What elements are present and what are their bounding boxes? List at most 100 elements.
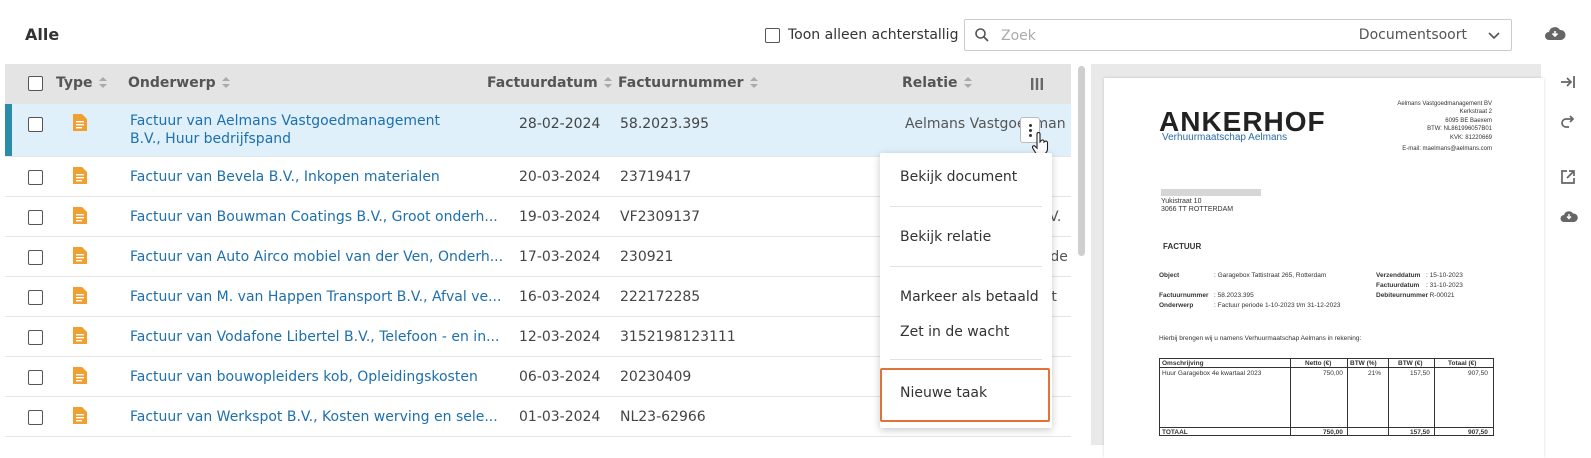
th-description: Omschrijving bbox=[1162, 360, 1204, 367]
row-subject[interactable]: Factuur van Vodafone Libertel B.V., Tele… bbox=[130, 329, 499, 345]
file-icon bbox=[73, 287, 87, 304]
intro-text: Hierbij brengen wij u namens Verhuurmaat… bbox=[1159, 335, 1362, 342]
right-toolbar bbox=[1550, 64, 1591, 445]
invoice-number-value: : 58.2023.395 bbox=[1214, 292, 1254, 299]
sender-line: Aelmans Vastgoedmanagement BV bbox=[1397, 101, 1492, 107]
file-icon bbox=[73, 114, 87, 131]
th-vat-pct: BTW (%) bbox=[1350, 360, 1377, 367]
menu-item-put-on-hold[interactable]: Zet in de wacht bbox=[900, 324, 1009, 340]
table-scrollbar[interactable] bbox=[1078, 66, 1085, 256]
sender-line: Kerkstraat 2 bbox=[1459, 109, 1492, 116]
row-subject[interactable]: Factuur van M. van Happen Transport B.V.… bbox=[130, 289, 501, 305]
total-net: 750,00 bbox=[1323, 429, 1343, 436]
col-relation[interactable]: Relatie bbox=[902, 75, 972, 91]
search-icon bbox=[975, 28, 989, 42]
row-checkbox[interactable] bbox=[28, 370, 43, 385]
recipient-line: Yukistraat 10 bbox=[1161, 198, 1202, 205]
external-link-icon[interactable] bbox=[1560, 169, 1576, 185]
overdue-label: Toon alleen achterstallig bbox=[788, 27, 959, 43]
column-rule bbox=[1347, 359, 1348, 435]
menu-item-view-document[interactable]: Bekijk document bbox=[900, 169, 1017, 185]
recipient-line: 3066 TT ROTTERDAM bbox=[1161, 206, 1234, 213]
row-checkbox[interactable] bbox=[28, 330, 43, 345]
row-date: 01-03-2024 bbox=[519, 409, 601, 425]
line-vat-pct: 21% bbox=[1368, 370, 1382, 377]
invoice-date-value: : 31-10-2023 bbox=[1426, 282, 1463, 289]
invoice-lines-table: Omschrijving Netto (€) BTW (%) BTW (€) T… bbox=[1159, 358, 1494, 436]
logo-subtitle: Verhuurmaatschap Aelmans bbox=[1162, 132, 1288, 143]
file-icon bbox=[73, 247, 87, 264]
send-date-label: Verzenddatum bbox=[1376, 272, 1421, 279]
sender-line: 6095 BE Baexem bbox=[1445, 117, 1492, 124]
invoice-date-label: Factuurdatum bbox=[1376, 282, 1420, 289]
cloud-download-icon[interactable] bbox=[1560, 209, 1578, 223]
columns-icon[interactable] bbox=[1031, 77, 1043, 91]
row-checkbox[interactable] bbox=[28, 210, 43, 225]
sender-address: Aelmans Vastgoedmanagement BV Kerkstraat… bbox=[1397, 100, 1492, 153]
col-subject[interactable]: Onderwerp bbox=[128, 75, 230, 91]
total-label: TOTAAL bbox=[1162, 429, 1188, 436]
invoice-title: FACTUUR bbox=[1163, 242, 1202, 251]
chevron-down-icon[interactable] bbox=[1487, 29, 1501, 43]
document-preview: ANKERHOF Verhuurmaatschap Aelmans Aelman… bbox=[1091, 64, 1544, 458]
row-checkbox[interactable] bbox=[28, 290, 43, 305]
file-icon bbox=[73, 327, 87, 344]
cloud-download-icon[interactable] bbox=[1544, 25, 1566, 41]
search-input[interactable]: Zoek bbox=[1001, 28, 1036, 44]
row-date: 16-03-2024 bbox=[519, 289, 601, 305]
th-vat-amt: BTW (€) bbox=[1398, 360, 1423, 367]
page-title: Alle bbox=[25, 25, 60, 44]
row-date: 20-03-2024 bbox=[519, 169, 601, 185]
th-total: Totaal (€) bbox=[1448, 360, 1477, 367]
col-number-label: Factuurnummer bbox=[618, 75, 744, 91]
file-icon bbox=[73, 207, 87, 224]
col-type[interactable]: Type bbox=[56, 75, 107, 91]
row-number: NL23-62966 bbox=[620, 409, 706, 425]
recipient-address: Yukistraat 10 3066 TT ROTTERDAM bbox=[1161, 198, 1233, 214]
line-total: 907,50 bbox=[1468, 370, 1488, 377]
select-all-checkbox[interactable] bbox=[28, 76, 43, 91]
row-subject[interactable]: Factuur van Aelmans Vastgoedmanagement B… bbox=[130, 112, 460, 148]
row-subject[interactable]: Factuur van Auto Airco mobiel van der Ve… bbox=[130, 249, 503, 265]
search-bar[interactable]: Zoek Documentsoort bbox=[964, 19, 1512, 51]
row-number: 222172285 bbox=[620, 289, 701, 305]
line-vat-amt: 157,50 bbox=[1410, 370, 1430, 377]
row-checkbox[interactable] bbox=[28, 250, 43, 265]
menu-divider bbox=[890, 206, 1042, 207]
doctype-select[interactable]: Documentsoort bbox=[1359, 27, 1467, 43]
row-subject[interactable]: Factuur van Bevela B.V., Inkopen materia… bbox=[130, 169, 440, 185]
row-date: 17-03-2024 bbox=[519, 249, 601, 265]
invoice-page: ANKERHOF Verhuurmaatschap Aelmans Aelman… bbox=[1104, 78, 1544, 458]
overdue-filter[interactable]: Toon alleen achterstallig bbox=[765, 27, 958, 43]
col-type-label: Type bbox=[56, 75, 93, 91]
redo-icon[interactable] bbox=[1560, 114, 1576, 130]
column-rule bbox=[1388, 359, 1389, 435]
col-number[interactable]: Factuurnummer bbox=[618, 75, 758, 91]
menu-item-mark-paid[interactable]: Markeer als betaald bbox=[900, 289, 1039, 305]
row-number: 23719417 bbox=[620, 169, 692, 185]
redacted-name bbox=[1161, 189, 1261, 196]
collapse-panel-icon[interactable] bbox=[1560, 74, 1576, 90]
row-subject[interactable]: Factuur van bouwopleiders kob, Opleiding… bbox=[130, 369, 478, 385]
sort-icon bbox=[98, 77, 107, 89]
row-number: 3152198123111 bbox=[620, 329, 736, 345]
sender-line: E-mail: maelmans@aelmans.com bbox=[1402, 146, 1492, 153]
overdue-checkbox[interactable] bbox=[765, 27, 780, 43]
row-date: 12-03-2024 bbox=[519, 329, 601, 345]
row-subject[interactable]: Factuur van Werkspot B.V., Kosten wervin… bbox=[130, 409, 498, 425]
col-date[interactable]: Factuurdatum bbox=[487, 75, 612, 91]
menu-item-view-relation[interactable]: Bekijk relatie bbox=[900, 229, 991, 245]
row-checkbox[interactable] bbox=[28, 170, 43, 185]
sort-icon bbox=[221, 77, 230, 89]
table-row[interactable]: Factuur van Aelmans Vastgoedmanagement B… bbox=[5, 104, 1071, 157]
th-net: Netto (€) bbox=[1305, 360, 1332, 367]
row-subject[interactable]: Factuur van Bouwman Coatings B.V., Groot… bbox=[130, 209, 498, 225]
row-checkbox[interactable] bbox=[28, 410, 43, 425]
menu-item-new-task[interactable]: Nieuwe taak bbox=[900, 385, 987, 401]
col-subject-label: Onderwerp bbox=[128, 75, 216, 91]
line-net: 750,00 bbox=[1323, 370, 1343, 377]
object-label: Object bbox=[1159, 272, 1180, 279]
row-number: 20230409 bbox=[620, 369, 692, 385]
row-checkbox[interactable] bbox=[28, 117, 43, 132]
sender-line: KVK: 81220669 bbox=[1449, 134, 1492, 141]
